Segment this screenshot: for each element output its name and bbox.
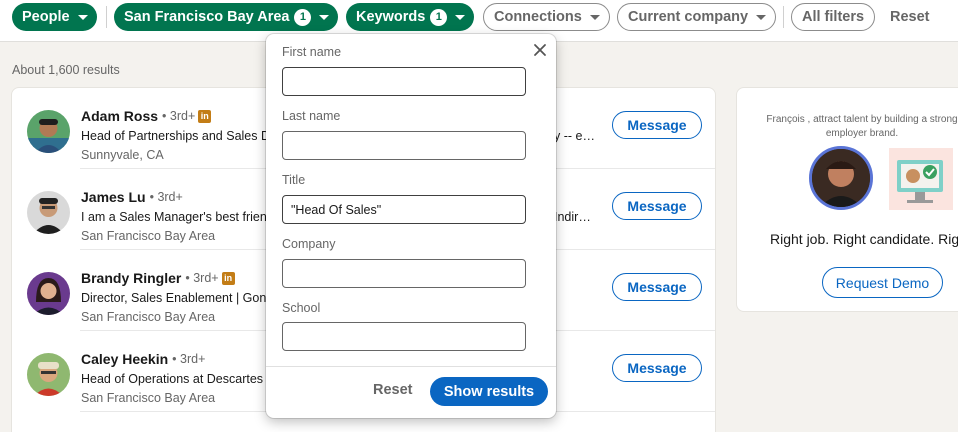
- connection-degree: • 3rd+: [149, 190, 183, 204]
- filter-divider: [106, 6, 107, 28]
- first-name-input[interactable]: [282, 67, 526, 96]
- headline-tail-text: y -- e…: [554, 129, 595, 143]
- filter-divider: [783, 6, 784, 28]
- results-count: About 1,600 results: [12, 63, 120, 77]
- name-line: Brandy Ringler • 3rd+ in: [81, 270, 235, 286]
- headline-text: Head of Partnerships and Sales D: [81, 129, 270, 143]
- current-company-filter-pill[interactable]: Current company: [617, 3, 777, 31]
- all-filters-button[interactable]: All filters: [791, 3, 876, 31]
- profile-location: San Francisco Bay Area: [81, 391, 216, 405]
- people-filter-pill[interactable]: People: [12, 3, 97, 31]
- message-button[interactable]: Message: [612, 354, 702, 382]
- school-input[interactable]: [282, 322, 526, 351]
- request-demo-button[interactable]: Request Demo: [822, 267, 943, 298]
- current-company-filter-label: Current company: [628, 9, 749, 25]
- ad-card: François , attract talent by building a …: [736, 87, 958, 312]
- headline-text: Head of Operations at Descartes: [81, 372, 264, 386]
- last-name-label: Last name: [282, 109, 341, 123]
- message-button[interactable]: Message: [612, 192, 702, 220]
- location-filter-count: 1: [294, 8, 312, 26]
- location-filter-label: San Francisco Bay Area: [124, 9, 290, 25]
- dropdown-divider: [266, 366, 556, 367]
- school-label: School: [282, 301, 321, 315]
- profile-name[interactable]: Brandy Ringler: [81, 270, 181, 286]
- first-name-label: First name: [282, 45, 342, 59]
- caret-down-icon: [756, 14, 767, 20]
- company-label: Company: [282, 237, 336, 251]
- profile-location: Sunnyvale, CA: [81, 148, 164, 162]
- headline-text: I am a Sales Manager's best frien: [81, 210, 267, 224]
- profile-name[interactable]: Adam Ross: [81, 108, 158, 124]
- last-name-input[interactable]: [282, 131, 526, 160]
- headline-tail-text: Indir…: [554, 210, 591, 224]
- show-results-button[interactable]: Show results: [430, 377, 548, 406]
- linkedin-premium-icon: in: [198, 109, 212, 123]
- profile-name[interactable]: James Lu: [81, 189, 146, 205]
- caret-down-icon: [319, 14, 330, 20]
- ad-illustration: [889, 148, 953, 210]
- avatar[interactable]: [27, 353, 70, 396]
- keywords-filter-label: Keywords: [356, 9, 426, 25]
- ad-tagline: Right job. Right candidate. Right: [770, 231, 958, 247]
- connection-degree: • 3rd+: [185, 271, 219, 285]
- title-label: Title: [282, 173, 306, 187]
- ad-profile-photo: [809, 146, 873, 210]
- name-line: James Lu • 3rd+: [81, 189, 183, 205]
- title-input[interactable]: [282, 195, 526, 224]
- caret-down-icon: [589, 14, 600, 20]
- caret-down-icon: [455, 14, 466, 20]
- caret-down-icon: [77, 14, 88, 20]
- company-input[interactable]: [282, 259, 526, 288]
- headline-text: Director, Sales Enablement | Gon: [81, 291, 267, 305]
- connection-degree: • 3rd+: [162, 109, 196, 123]
- connection-degree: • 3rd+: [172, 352, 206, 366]
- close-icon[interactable]: [532, 42, 548, 58]
- all-filters-label: All filters: [802, 9, 865, 25]
- keywords-dropdown: First name Last name Title Company Schoo…: [266, 34, 556, 418]
- ad-text: François , attract talent by building a …: [766, 114, 958, 139]
- profile-name[interactable]: Caley Heekin: [81, 351, 168, 367]
- connections-filter-pill[interactable]: Connections: [483, 3, 610, 31]
- profile-location: San Francisco Bay Area: [81, 310, 216, 324]
- name-line: Adam Ross • 3rd+ in: [81, 108, 212, 124]
- avatar[interactable]: [27, 191, 70, 234]
- reset-filters-button[interactable]: Reset: [890, 3, 930, 31]
- people-filter-label: People: [22, 9, 70, 25]
- avatar[interactable]: [27, 110, 70, 153]
- location-filter-pill[interactable]: San Francisco Bay Area 1: [114, 3, 339, 31]
- message-button[interactable]: Message: [612, 111, 702, 139]
- keywords-filter-pill[interactable]: Keywords 1: [346, 3, 475, 31]
- keywords-filter-count: 1: [430, 8, 448, 26]
- message-button[interactable]: Message: [612, 273, 702, 301]
- avatar[interactable]: [27, 272, 70, 315]
- dropdown-reset-button[interactable]: Reset: [373, 376, 418, 404]
- linkedin-premium-icon: in: [221, 271, 235, 285]
- profile-location: San Francisco Bay Area: [81, 229, 216, 243]
- connections-filter-label: Connections: [494, 9, 582, 25]
- name-line: Caley Heekin • 3rd+: [81, 351, 205, 367]
